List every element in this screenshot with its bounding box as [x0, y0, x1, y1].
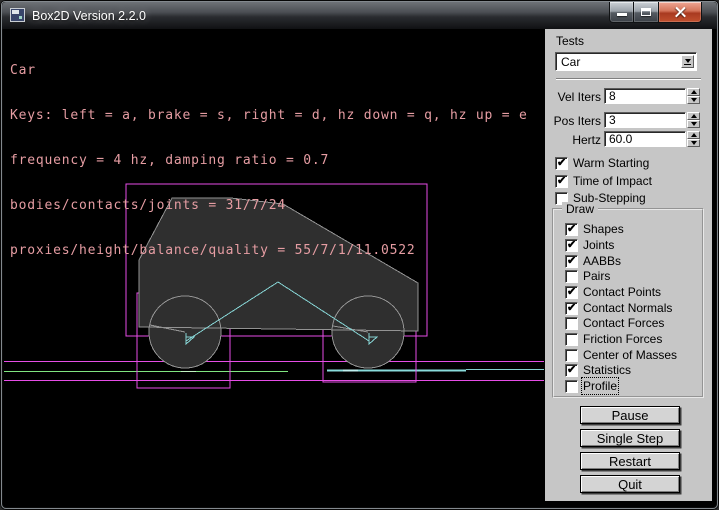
- checkbox-box: [565, 317, 578, 330]
- app-window: Box2D Version 2.2.0: [0, 0, 719, 510]
- checkbox-label: Warm Starting: [573, 156, 649, 170]
- checkbox-warm-starting[interactable]: Warm Starting: [555, 156, 649, 170]
- checkbox-label: AABBs: [583, 254, 621, 268]
- maximize-icon: [641, 8, 651, 16]
- checkbox-label: Pairs: [583, 269, 610, 283]
- restart-button[interactable]: Restart: [580, 452, 680, 470]
- checkbox-label: Contact Normals: [583, 301, 672, 315]
- close-icon: [674, 6, 687, 19]
- spinner-up-button[interactable]: [687, 88, 700, 96]
- checkbox-box: [565, 349, 578, 362]
- dropdown-underline: [684, 64, 691, 65]
- arrow-up-icon: [691, 114, 697, 118]
- checkbox-box: [565, 333, 578, 346]
- single-step-button[interactable]: Single Step: [580, 429, 680, 447]
- pause-button[interactable]: Pause: [580, 406, 680, 424]
- spinner-up-button[interactable]: [687, 112, 700, 120]
- checkbox-box: [565, 380, 578, 393]
- checkbox-label: Contact Forces: [583, 316, 664, 330]
- checkbox-box: [565, 223, 578, 236]
- app-icon[interactable]: [10, 8, 25, 22]
- dropdown-arrow-button[interactable]: [681, 55, 694, 68]
- app-icon-detail: [19, 16, 22, 19]
- checkbox-box: [565, 302, 578, 315]
- quit-button[interactable]: Quit: [580, 475, 680, 493]
- separator: [556, 78, 701, 80]
- arrow-up-icon: [691, 133, 697, 137]
- checkbox-box: [565, 286, 578, 299]
- hertz-input[interactable]: [604, 131, 686, 147]
- checkbox-label: Joints: [583, 238, 614, 252]
- spinner-down-button[interactable]: [687, 139, 700, 147]
- vel-iters-input[interactable]: [604, 88, 686, 104]
- checkbox-shapes[interactable]: Shapes: [565, 222, 624, 236]
- arrow-down-icon: [691, 141, 697, 145]
- titlebar[interactable]: Box2D Version 2.2.0: [2, 2, 717, 29]
- checkbox-label: Center of Masses: [583, 348, 677, 362]
- checkbox-box: [555, 175, 568, 188]
- checkbox-label: Statistics: [583, 363, 631, 377]
- checkbox-label: Time of Impact: [573, 174, 652, 188]
- checkbox-center-of-masses[interactable]: Center of Masses: [565, 348, 677, 362]
- minimize-icon: [617, 13, 627, 16]
- hud-line: Keys: left = a, brake = s, right = d, hz…: [10, 108, 528, 123]
- window-title: Box2D Version 2.2.0: [32, 2, 146, 29]
- checkbox-contact-points[interactable]: Contact Points: [565, 285, 661, 299]
- hud-line: proxies/height/balance/quality = 55/7/1/…: [10, 243, 528, 258]
- hud-line: bodies/contacts/joints = 31/7/24: [10, 198, 528, 213]
- checkbox-label: Friction Forces: [583, 332, 662, 346]
- checkbox-contact-normals[interactable]: Contact Normals: [565, 301, 672, 315]
- checkbox-friction-forces[interactable]: Friction Forces: [565, 332, 662, 346]
- app-icon-detail: [12, 10, 19, 14]
- draw-group-title: Draw: [562, 202, 598, 216]
- minimize-button[interactable]: [609, 2, 634, 23]
- maximize-button[interactable]: [634, 2, 658, 23]
- checkbox-label: Contact Points: [583, 285, 661, 299]
- hud-line: Car: [10, 63, 528, 78]
- control-panel: Tests Car Vel Iters Pos Iters Hertz: [545, 29, 712, 501]
- pos-iters-spinner: [687, 112, 700, 128]
- pos-iters-label: Pos Iters: [545, 114, 601, 128]
- checkbox-profile[interactable]: Profile: [565, 379, 617, 393]
- checkbox-time-of-impact[interactable]: Time of Impact: [555, 174, 652, 188]
- checkbox-box: [555, 157, 568, 170]
- checkbox-aabbs[interactable]: AABBs: [565, 254, 621, 268]
- checkbox-box: [565, 364, 578, 377]
- checkbox-label: Profile: [583, 379, 617, 393]
- spinner-up-button[interactable]: [687, 131, 700, 139]
- vel-iters-label: Vel Iters: [545, 90, 601, 104]
- tests-label: Tests: [556, 34, 584, 48]
- hud-line: frequency = 4 hz, damping ratio = 0.7: [10, 153, 528, 168]
- arrow-down-icon: [691, 122, 697, 126]
- checkbox-box: [565, 270, 578, 283]
- arrow-down-icon: [691, 98, 697, 102]
- arrow-up-icon: [691, 90, 697, 94]
- close-button[interactable]: [658, 2, 702, 23]
- hud-text: Car Keys: left = a, brake = s, right = d…: [10, 33, 528, 288]
- vel-iters-spinner: [687, 88, 700, 104]
- spinner-down-button[interactable]: [687, 96, 700, 104]
- caption-buttons: [609, 2, 702, 23]
- checkbox-label: Shapes: [583, 222, 624, 236]
- tests-dropdown-value: Car: [556, 55, 696, 69]
- chevron-down-icon: [685, 59, 691, 63]
- pos-iters-input[interactable]: [604, 112, 686, 128]
- checkbox-box: [565, 239, 578, 252]
- checkbox-joints[interactable]: Joints: [565, 238, 614, 252]
- checkbox-pairs[interactable]: Pairs: [565, 269, 610, 283]
- simulation-canvas[interactable]: Car Keys: left = a, brake = s, right = d…: [3, 29, 545, 501]
- hertz-label: Hertz: [545, 133, 601, 147]
- tests-dropdown[interactable]: Car: [555, 52, 697, 71]
- checkbox-box: [565, 255, 578, 268]
- checkbox-statistics[interactable]: Statistics: [565, 363, 631, 377]
- checkbox-contact-forces[interactable]: Contact Forces: [565, 316, 664, 330]
- hertz-spinner: [687, 131, 700, 147]
- spinner-down-button[interactable]: [687, 120, 700, 128]
